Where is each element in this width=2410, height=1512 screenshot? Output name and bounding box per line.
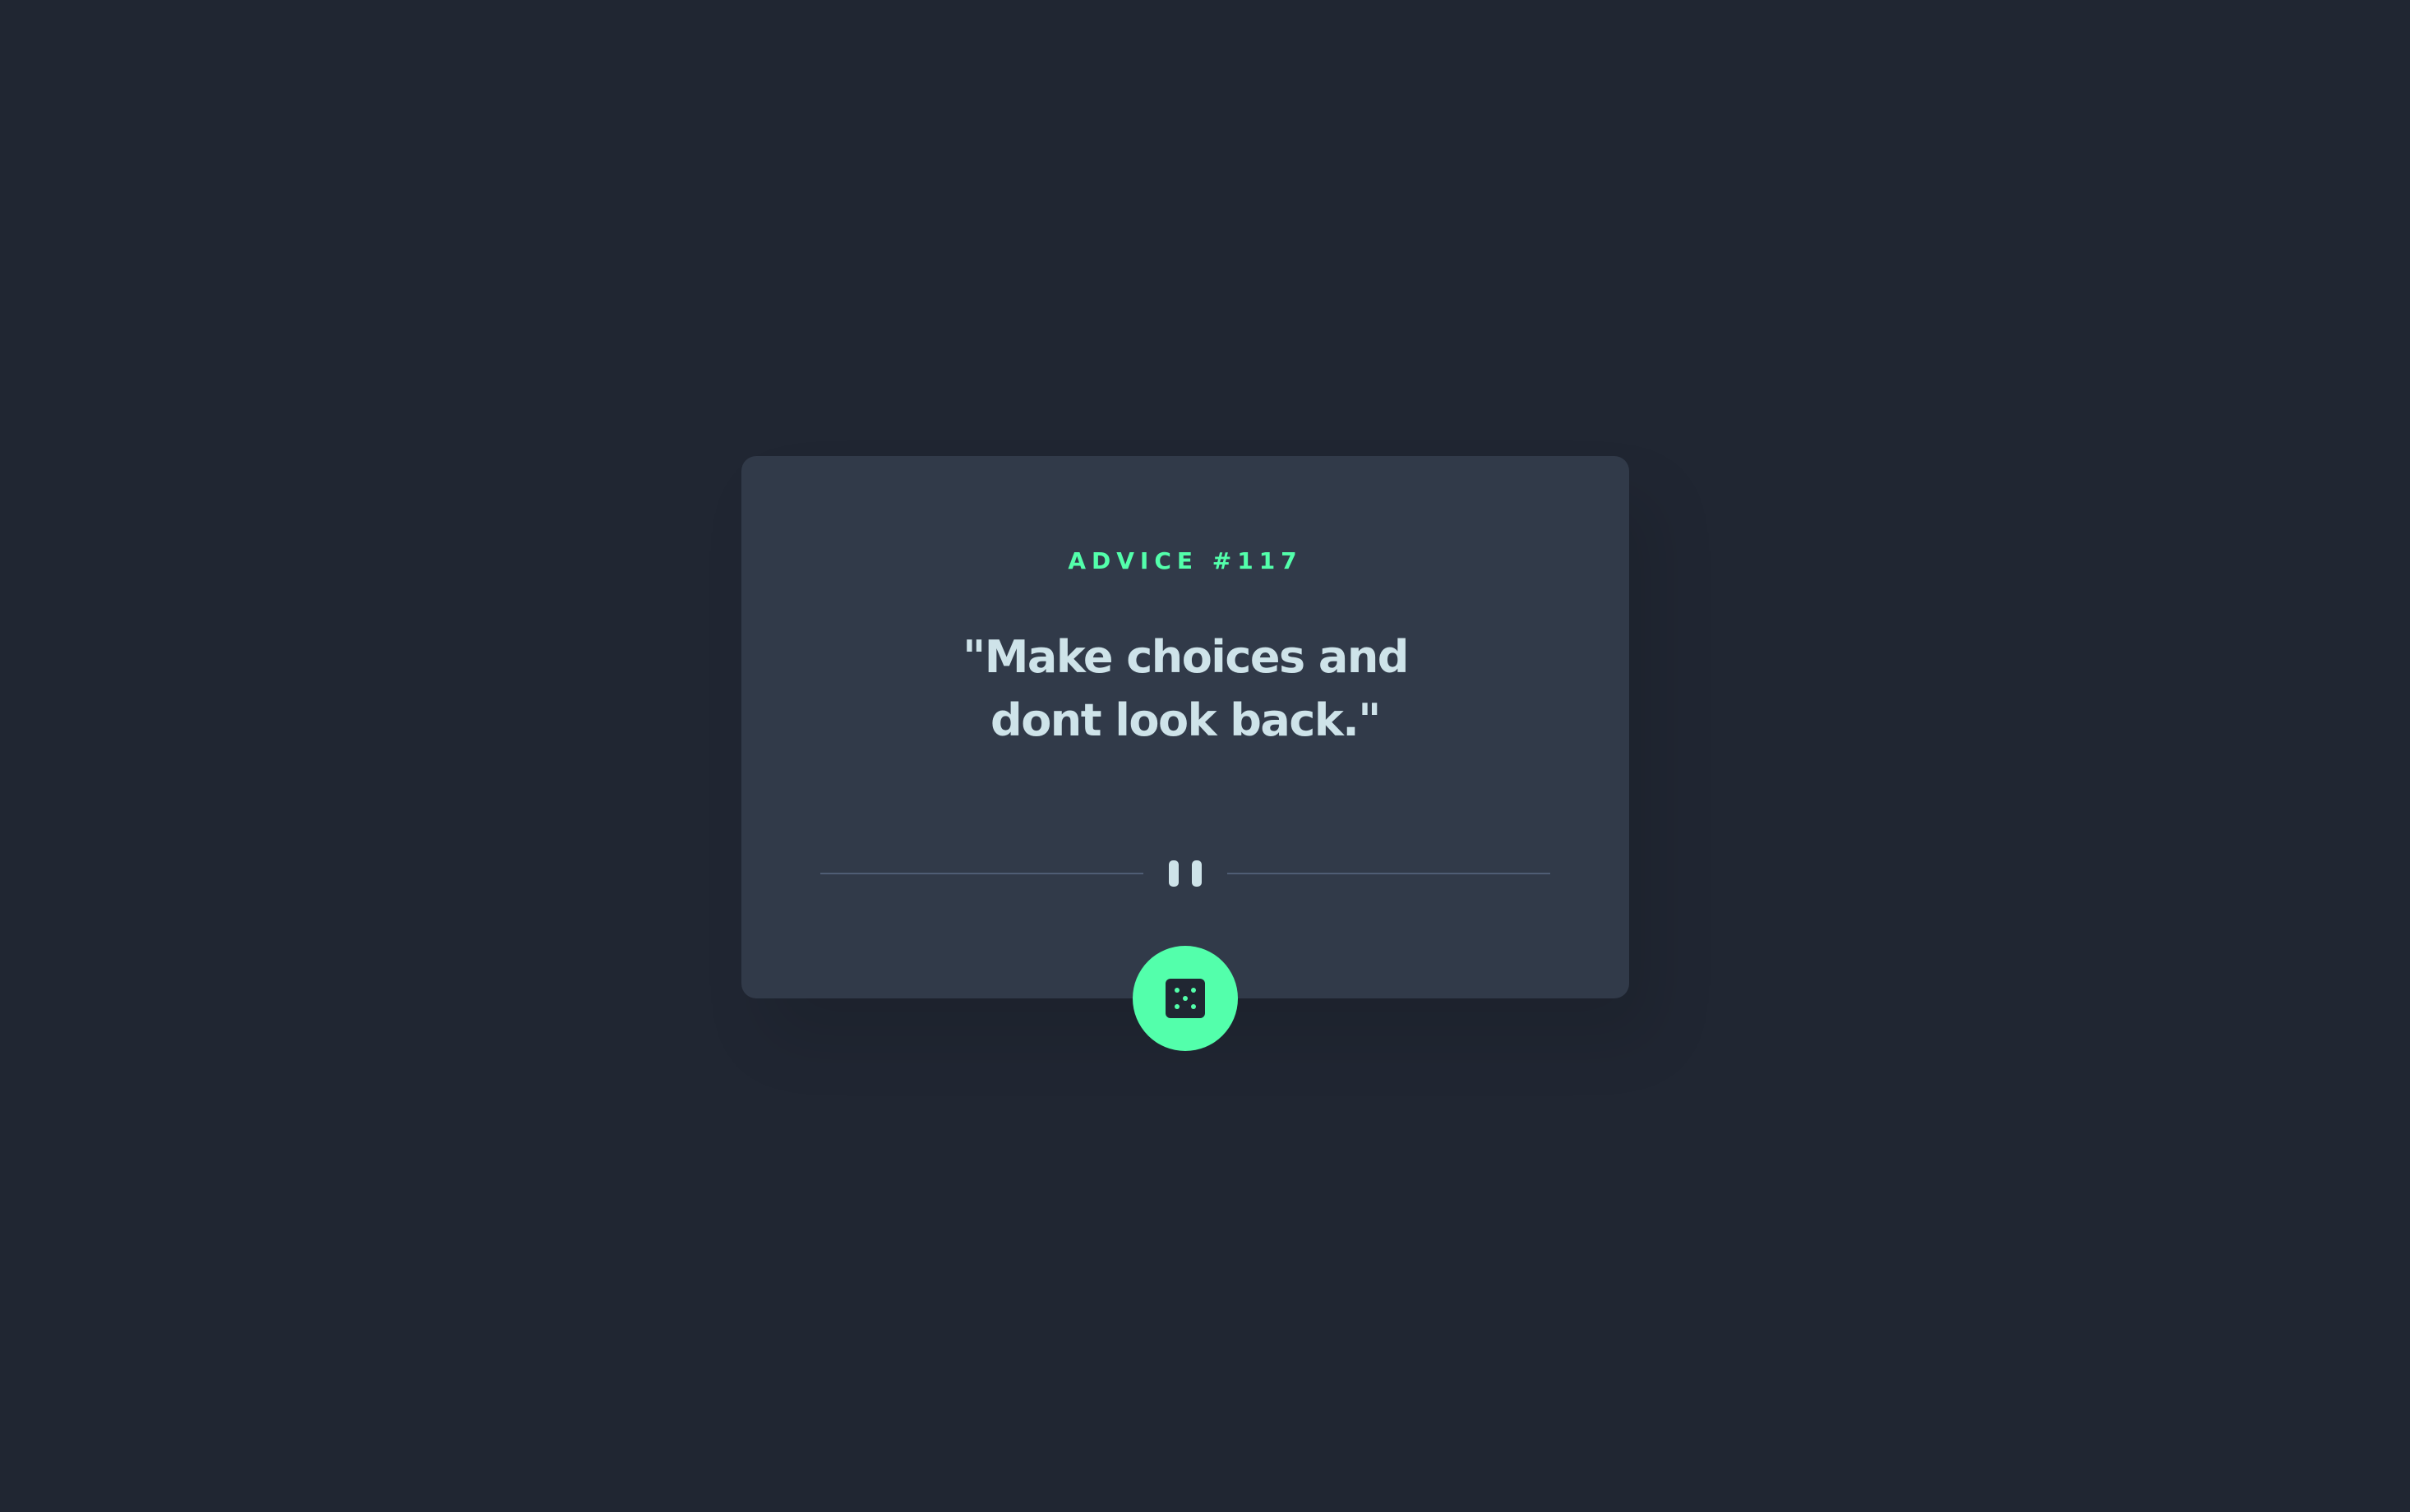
divider-line-left	[820, 873, 1143, 874]
pause-icon	[1169, 860, 1202, 887]
divider-line-right	[1227, 873, 1550, 874]
new-advice-button[interactable]	[1133, 946, 1238, 1051]
dice-icon	[1166, 979, 1205, 1018]
advice-card: ADVICE #117 "Make choices and dont look …	[741, 456, 1629, 998]
advice-quote: "Make choices and dont look back."	[963, 631, 1409, 746]
advice-number-label: ADVICE #117	[1068, 547, 1303, 574]
pattern-divider	[820, 852, 1550, 895]
page: { "card": { "advice_label": "ADVICE #117…	[0, 0, 2410, 1512]
